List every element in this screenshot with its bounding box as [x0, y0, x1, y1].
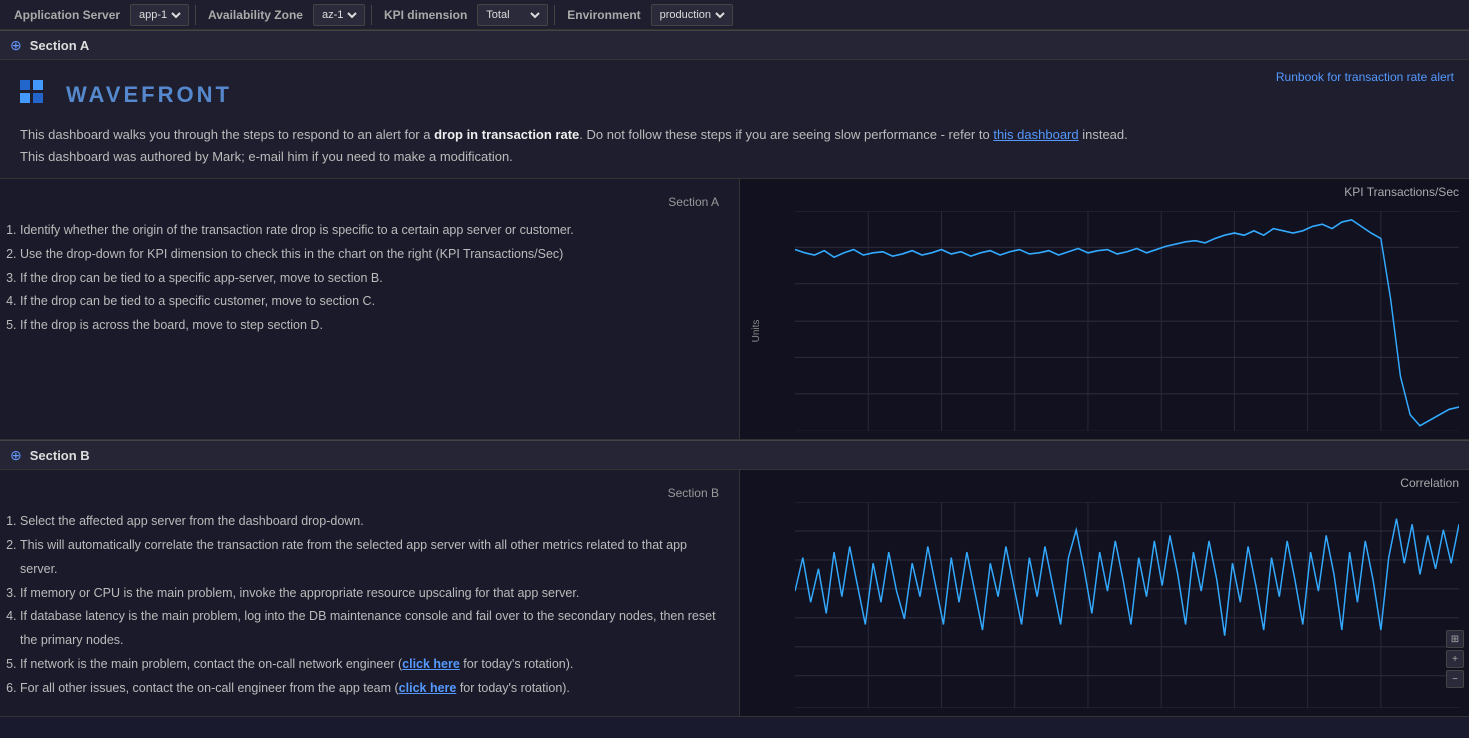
section-b-instruction-5: If network is the main problem, contact … [20, 653, 719, 677]
kpi-select[interactable]: TotalAverageMax [477, 4, 548, 26]
appserver-dropdown[interactable]: app-1app-2app-3 [135, 8, 184, 22]
section-b-content: Section B Select the affected app server… [0, 470, 1469, 717]
section-b-instructions: Select the affected app server from the … [20, 510, 719, 700]
chart-b-svg: .65 .6 .55 .5 .45 .4 .35 .3 06:30 06:35 … [795, 502, 1459, 708]
scroll-up-btn[interactable]: ⊞ [1446, 630, 1464, 648]
az-dropdown[interactable]: az-1az-2az-3 [318, 8, 360, 22]
section-b-chart-panel: Correlation [740, 470, 1469, 716]
section-b-instruction-1: Select the affected app server from the … [20, 510, 719, 534]
section-b-panel-label: Section B [20, 486, 719, 500]
appserver-select[interactable]: app-1app-2app-3 [130, 4, 189, 26]
chart-a-container: Units 6.15k 6.1 [740, 201, 1469, 461]
section-a-header: ⊕ Section A [0, 30, 1469, 60]
env-select[interactable]: productionstagingdev [651, 4, 733, 26]
section-a-content: Section A Identify whether the origin of… [0, 179, 1469, 440]
divider-2 [371, 5, 372, 25]
desc-link[interactable]: this dashboard [993, 127, 1078, 142]
wavefront-icon [20, 80, 56, 110]
filter-label-appserver: Application Server [8, 8, 126, 22]
section-a-instruction-1: Identify whether the origin of the trans… [20, 219, 719, 243]
section-b-icon: ⊕ [10, 447, 22, 464]
desc-line2: This dashboard was authored by Mark; e-m… [20, 146, 1449, 168]
scroll-down-btn[interactable]: − [1446, 670, 1464, 688]
divider-3 [554, 5, 555, 25]
chart-a-svg: 6.15k 6.1k 6.05k 6k 5.95k 5.9k 06:30 06:… [795, 211, 1459, 431]
section-b-title: Section B [30, 448, 90, 463]
scroll-widget: ⊞ + − [1446, 630, 1464, 688]
chart-b-container: .65 .6 .55 .5 .45 .4 .35 .3 06:30 06:35 … [740, 492, 1469, 738]
section-a-chart-panel: KPI Transactions/Sec Units [740, 179, 1469, 439]
description-text: This dashboard walks you through the ste… [20, 124, 1449, 168]
chart-b-title: Correlation [740, 470, 1469, 492]
section-a-instruction-2: Use the drop-down for KPI dimension to c… [20, 243, 719, 267]
section-b-instruction-6: For all other issues, contact the on-cal… [20, 677, 719, 701]
section-b-left: Section B Select the affected app server… [0, 470, 740, 716]
section-a-title: Section A [30, 38, 89, 53]
section-a-left: Section A Identify whether the origin of… [0, 179, 740, 439]
wavefront-logo: WAVEFRONT [20, 80, 1449, 110]
desc-prefix: This dashboard walks you through the ste… [20, 127, 434, 142]
filter-label-az: Availability Zone [202, 8, 309, 22]
kpi-dropdown[interactable]: TotalAverageMax [482, 8, 543, 22]
section-a-panel-label: Section A [20, 195, 719, 209]
chart-a-y-label: Units [751, 320, 762, 343]
section-b-instruction-2: This will automatically correlate the tr… [20, 534, 719, 582]
section-a-instructions: Identify whether the origin of the trans… [20, 219, 719, 338]
desc-suffix: . Do not follow these steps if you are s… [579, 127, 993, 142]
top-bar: Application Server app-1app-2app-3 Avail… [0, 0, 1469, 30]
desc-bold: drop in transaction rate [434, 127, 579, 142]
click-here-network[interactable]: click here [402, 657, 460, 671]
zoom-btn[interactable]: + [1446, 650, 1464, 668]
runbook-link[interactable]: Runbook for transaction rate alert [1276, 70, 1454, 84]
az-select[interactable]: az-1az-2az-3 [313, 4, 365, 26]
desc-end: instead. [1079, 127, 1128, 142]
section-a-instruction-3: If the drop can be tied to a specific ap… [20, 267, 719, 291]
section-b-instruction-4: If database latency is the main problem,… [20, 605, 719, 653]
chart-a-title: KPI Transactions/Sec [740, 179, 1469, 201]
filter-label-kpi: KPI dimension [378, 8, 473, 22]
section-a-instruction-5: If the drop is across the board, move to… [20, 314, 719, 338]
wavefront-text: WAVEFRONT [66, 82, 232, 108]
section-a-instruction-4: If the drop can be tied to a specific cu… [20, 290, 719, 314]
section-b-instruction-3: If memory or CPU is the main problem, in… [20, 582, 719, 606]
env-dropdown[interactable]: productionstagingdev [656, 8, 728, 22]
description-panel: Runbook for transaction rate alert WAVEF… [0, 60, 1469, 179]
click-here-app[interactable]: click here [399, 681, 457, 695]
filter-label-env: Environment [561, 8, 646, 22]
section-a-icon: ⊕ [10, 37, 22, 54]
divider-1 [195, 5, 196, 25]
